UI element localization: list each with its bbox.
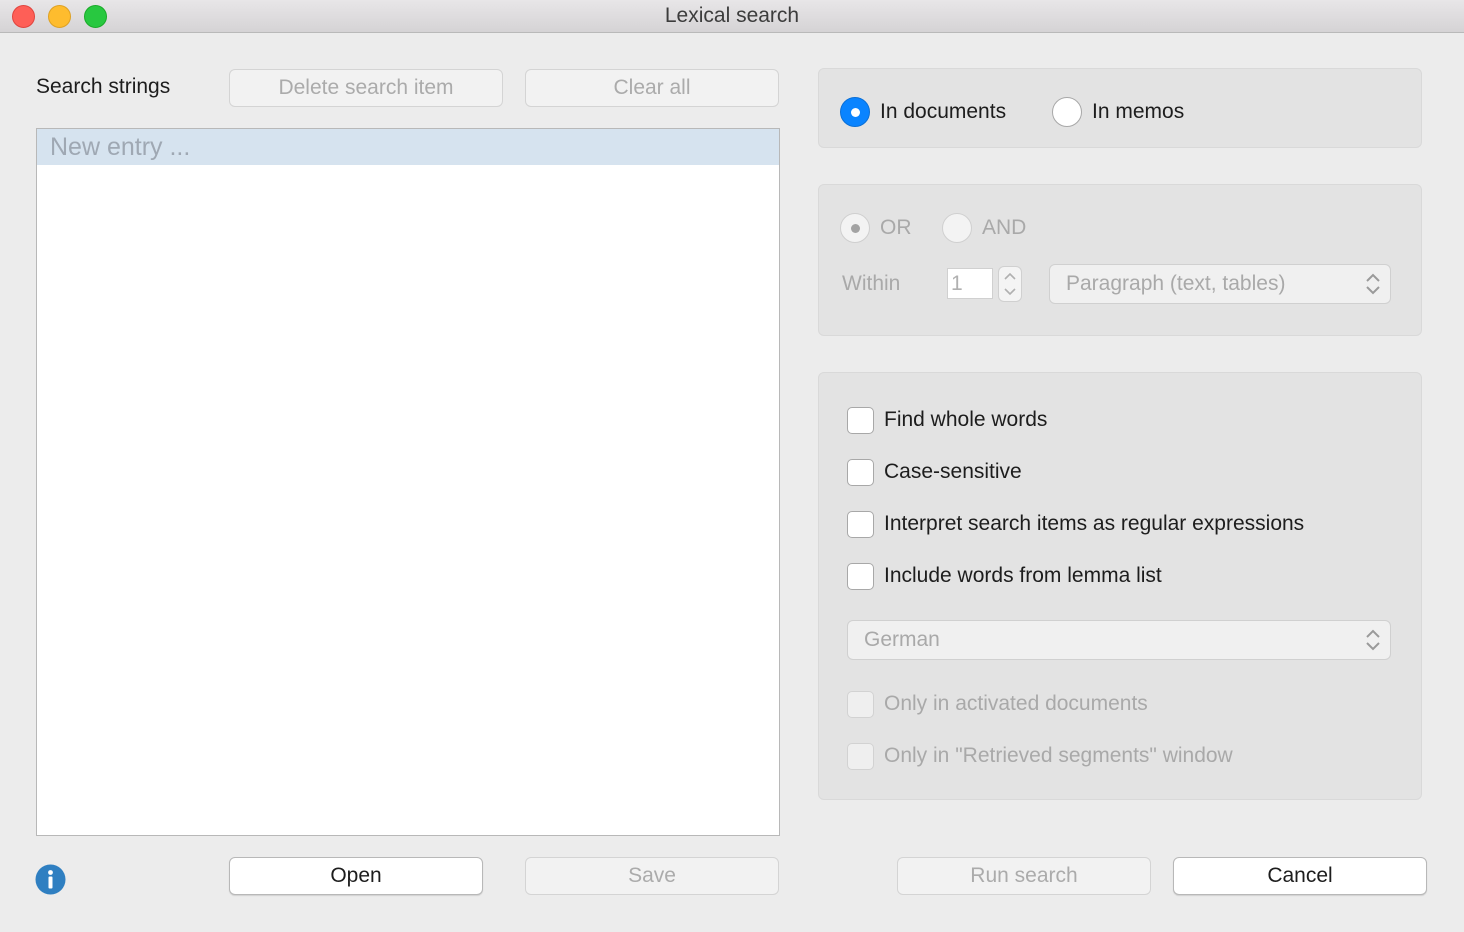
run-search-button[interactable]: Run search: [897, 857, 1151, 895]
and-label: AND: [982, 216, 1027, 239]
case-sensitive-label: Case-sensitive: [884, 460, 1022, 483]
delete-search-item-button[interactable]: Delete search item: [229, 69, 503, 107]
or-label: OR: [880, 216, 912, 239]
combine-group: [818, 184, 1422, 336]
title-bar: Lexical search: [0, 0, 1464, 33]
save-button[interactable]: Save: [525, 857, 779, 895]
new-entry-row[interactable]: New entry ...: [37, 129, 779, 165]
only-retrieved-label: Only in "Retrieved segments" window: [884, 744, 1233, 767]
within-unit-select[interactable]: Paragraph (text, tables): [1049, 264, 1391, 304]
regex-label: Interpret search items as regular expres…: [884, 512, 1305, 535]
or-radio[interactable]: [840, 213, 870, 243]
lemma-list-checkbox[interactable]: [847, 563, 874, 590]
language-value: German: [864, 628, 940, 651]
in-memos-radio[interactable]: [1052, 97, 1082, 127]
cancel-button[interactable]: Cancel: [1173, 857, 1427, 895]
find-whole-words-checkbox[interactable]: [847, 407, 874, 434]
info-icon[interactable]: [35, 864, 66, 895]
open-button[interactable]: Open: [229, 857, 483, 895]
clear-all-button[interactable]: Clear all: [525, 69, 779, 107]
search-strings-label: Search strings: [36, 75, 171, 98]
language-select[interactable]: German: [847, 620, 1391, 660]
case-sensitive-checkbox[interactable]: [847, 459, 874, 486]
within-unit-value: Paragraph (text, tables): [1066, 272, 1286, 295]
and-radio[interactable]: [942, 213, 972, 243]
within-label: Within: [842, 272, 901, 295]
within-stepper[interactable]: [998, 266, 1022, 302]
only-activated-label: Only in activated documents: [884, 692, 1148, 715]
in-documents-radio[interactable]: [840, 97, 870, 127]
in-documents-label: In documents: [880, 100, 1007, 123]
stepper-arrows-icon: [1004, 272, 1016, 296]
search-strings-list[interactable]: New entry ...: [36, 128, 780, 836]
window-title: Lexical search: [664, 4, 800, 27]
updown-chevron-icon: [1366, 629, 1380, 651]
only-retrieved-checkbox[interactable]: [847, 743, 874, 770]
lemma-list-label: Include words from lemma list: [884, 564, 1162, 587]
regex-checkbox[interactable]: [847, 511, 874, 538]
only-activated-checkbox[interactable]: [847, 691, 874, 718]
within-number-field[interactable]: 1: [947, 268, 993, 299]
in-memos-label: In memos: [1092, 100, 1185, 123]
updown-chevron-icon: [1366, 273, 1380, 295]
find-whole-words-label: Find whole words: [884, 408, 1048, 431]
